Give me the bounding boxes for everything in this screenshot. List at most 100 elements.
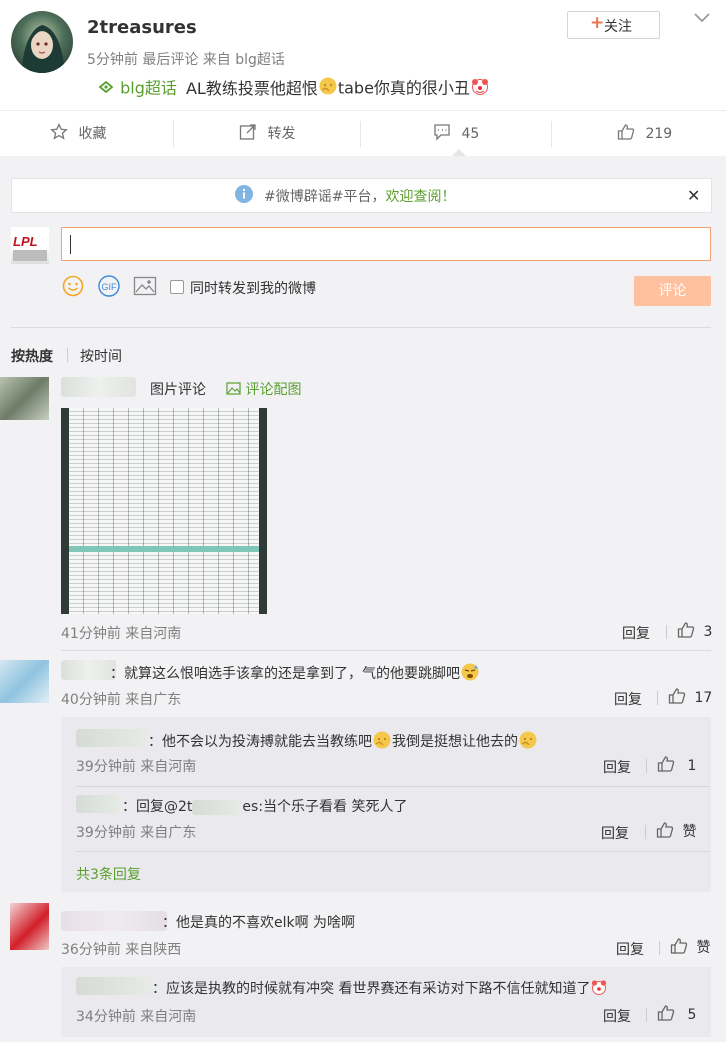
sort-hot-tab[interactable]: 按热度: [11, 346, 53, 366]
star-icon: [50, 122, 68, 145]
follow-button[interactable]: + 关注: [567, 11, 660, 39]
supertopic-icon: [97, 78, 115, 100]
action-bar-top-line: [0, 110, 726, 111]
reply-like-count: 赞: [682, 824, 697, 840]
commenter-name[interactable]: [61, 377, 136, 397]
comment-meta: 40分钟前 来自广东: [61, 692, 182, 708]
action-divider: [659, 941, 660, 955]
like-comment-button[interactable]: 3: [677, 621, 712, 643]
comment-text: ：就算这么恨咱选手该拿的还是拿到了，气的他要跳脚吧: [110, 662, 480, 686]
reply-button[interactable]: 回复: [614, 689, 642, 709]
reply-meta: 39分钟前 来自广东: [76, 825, 197, 841]
action-divider: [551, 121, 552, 147]
post-avatar[interactable]: [11, 11, 73, 73]
thumbs-up-icon: [617, 123, 635, 145]
plus-icon: +: [590, 13, 605, 33]
thinking-emoji: [518, 730, 538, 754]
chevron-down-icon[interactable]: [693, 9, 711, 28]
repost-action[interactable]: 转发: [239, 123, 295, 145]
lpl-logo: LPL: [13, 234, 47, 261]
sort-divider: [67, 348, 68, 362]
clown-emoji: [470, 76, 490, 102]
reply-button[interactable]: 回复: [622, 623, 650, 643]
like-action[interactable]: 219: [617, 123, 672, 145]
comment-meta: 41分钟前 来自河南: [61, 626, 182, 642]
post-body: blg超话 AL教练投票他超恨 tabe你真的很小丑: [97, 76, 490, 102]
notice-text: #微博辟谣#平台，欢迎查阅！: [264, 186, 455, 206]
comment-like-count: 17: [694, 690, 713, 706]
submit-comment-button[interactable]: 评论: [634, 276, 711, 306]
reply-divider: [76, 786, 710, 787]
comment-input[interactable]: [61, 227, 711, 261]
more-replies-link[interactable]: 共3条回复: [76, 864, 141, 884]
supertopic-link[interactable]: blg超话: [120, 79, 177, 98]
action-divider: [666, 625, 667, 639]
comment-count: 45: [461, 126, 480, 142]
table-screenshot-columns: [69, 408, 259, 614]
reply-button[interactable]: 回复: [616, 939, 644, 959]
mentioned-user-name[interactable]: [192, 799, 243, 815]
reply-text-content: ：回复@2t: [122, 799, 193, 815]
comment-image-thumbnail[interactable]: [61, 408, 267, 614]
thumbs-up-icon: [656, 821, 674, 843]
like-comment-button[interactable]: 赞: [670, 937, 710, 959]
commenter-avatar[interactable]: [0, 377, 49, 420]
post-text-after: tabe你真的很小丑: [337, 78, 470, 98]
close-icon[interactable]: ✕: [687, 186, 700, 205]
image-icon: [226, 381, 241, 399]
image-icon[interactable]: [133, 276, 157, 300]
comment-image-badge[interactable]: 评论配图: [226, 379, 301, 399]
reply-author-name[interactable]: [76, 729, 148, 747]
reply-button[interactable]: 回复: [601, 823, 629, 843]
thinking-emoji: [372, 730, 392, 754]
avatar-illustration: [21, 25, 65, 73]
commenter-avatar[interactable]: [10, 903, 49, 950]
like-count: 219: [645, 126, 673, 142]
like-comment-button[interactable]: 17: [668, 687, 712, 709]
sync-repost-label: 同时转发到我的微博: [190, 281, 316, 297]
favorite-action[interactable]: 收藏: [50, 122, 106, 145]
comment-text: 图片评论: [150, 382, 206, 398]
comment-action[interactable]: 45: [433, 123, 479, 145]
comment-active-arrow: [452, 149, 466, 156]
action-divider: [646, 1008, 647, 1022]
action-divider: [645, 825, 646, 839]
clown-emoji: [590, 978, 608, 1000]
post-text: AL教练投票他超恨: [185, 78, 318, 98]
notice-link[interactable]: 欢迎查阅！: [385, 189, 455, 205]
reply-text-content-2: 我倒是挺想让他去的: [392, 734, 518, 750]
gif-icon[interactable]: GIF: [97, 275, 121, 301]
emoji-icon[interactable]: [62, 275, 84, 301]
repost-label: 转发: [267, 126, 296, 142]
composer-divider: [11, 327, 711, 328]
thumbs-up-icon: [668, 687, 686, 709]
thumbs-up-icon: [657, 755, 675, 777]
sync-repost-checkbox[interactable]: [170, 280, 184, 294]
action-divider: [657, 691, 658, 705]
reply-like-count: 5: [687, 1007, 697, 1023]
svg-text:GIF: GIF: [102, 282, 118, 292]
commenter-name[interactable]: [61, 911, 167, 931]
table-screenshot-header: [69, 546, 259, 552]
comment-divider: [61, 650, 711, 651]
action-divider: [173, 121, 174, 147]
reply-text-content-2: es:当个乐子看看 笑死人了: [242, 799, 408, 815]
info-icon: [234, 184, 254, 208]
like-reply-button[interactable]: 1: [657, 755, 696, 777]
reply-like-count: 1: [687, 758, 697, 774]
reply-author-name[interactable]: [76, 795, 122, 813]
reply-button[interactable]: 回复: [603, 757, 631, 777]
reply-author-name[interactable]: [76, 977, 152, 995]
post-username[interactable]: 2treasures: [87, 17, 197, 38]
commenter-name[interactable]: [61, 660, 116, 680]
post-meta: 5分钟前 最后评论 来自 blg超话: [87, 52, 285, 68]
comment-text-content: ：就算这么恨咱选手该拿的还是拿到了，气的他要跳脚吧: [110, 666, 460, 682]
commenter-avatar[interactable]: [0, 660, 49, 703]
sort-time-tab[interactable]: 按时间: [80, 346, 122, 366]
reply-divider: [76, 851, 710, 852]
like-reply-button[interactable]: 5: [657, 1004, 696, 1026]
reply-text-content: ：应该是执教的时候就有冲突 看世界赛还有采访对下路不信任就知道了: [152, 981, 591, 997]
action-divider: [646, 759, 647, 773]
reply-button[interactable]: 回复: [603, 1006, 631, 1026]
like-reply-button[interactable]: 赞: [656, 821, 696, 843]
